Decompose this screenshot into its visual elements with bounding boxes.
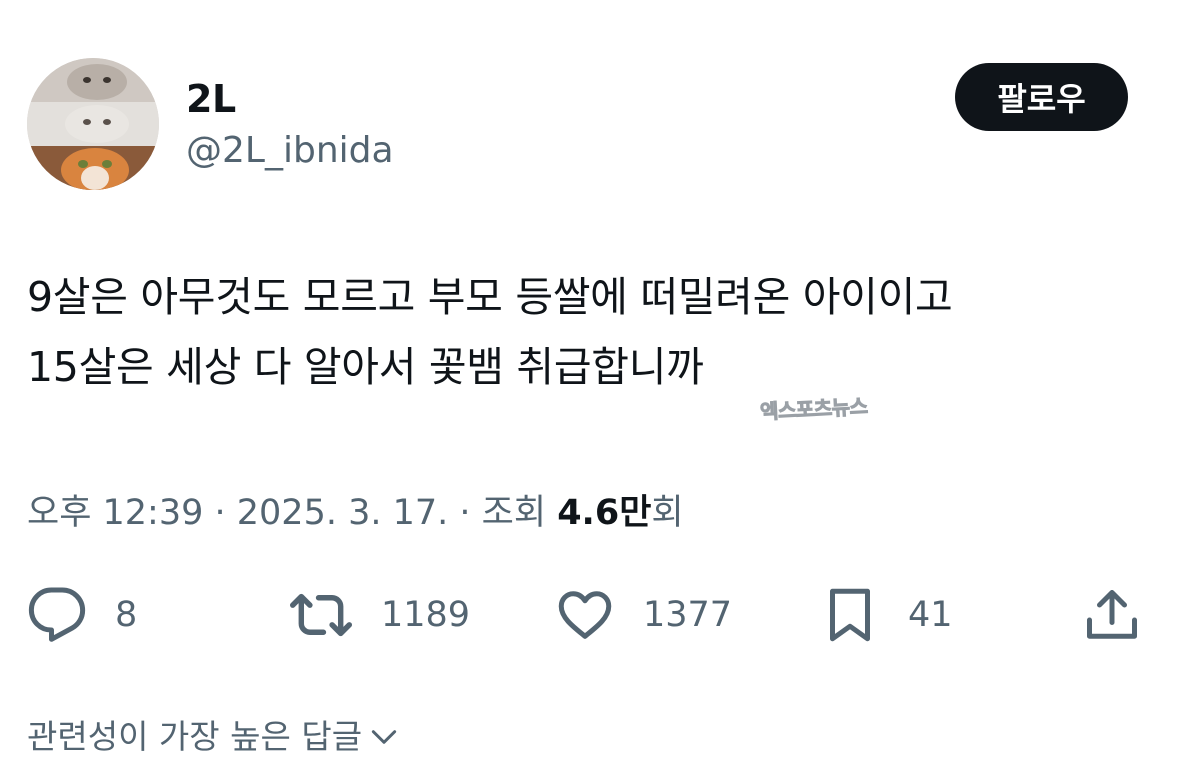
tweet-text-line: 9살은 아무것도 모르고 부모 등쌀에 떠밀려온 아이이고 <box>27 273 953 321</box>
reply-count: 8 <box>115 595 138 635</box>
watermark: 엑스포츠뉴스 <box>759 394 869 425</box>
views-suffix: 회 <box>651 493 684 533</box>
reply-button[interactable]: 8 <box>27 585 137 645</box>
cat-photo-avatar-icon <box>27 58 159 190</box>
bookmark-icon <box>830 588 870 642</box>
replies-sort-label: 관련성이 가장 높은 답글 <box>27 717 363 756</box>
reply-icon <box>28 587 86 642</box>
like-icon <box>558 591 612 639</box>
share-button[interactable] <box>1082 585 1142 645</box>
avatar[interactable] <box>27 58 159 190</box>
replies-sort-dropdown[interactable]: 관련성이 가장 높은 답글 <box>27 715 400 759</box>
bookmark-button[interactable]: 41 <box>820 585 953 645</box>
display-name[interactable]: 2L <box>186 76 236 122</box>
share-icon <box>1087 590 1137 639</box>
like-count: 1377 <box>643 595 733 635</box>
retweet-icon <box>289 593 353 637</box>
views-count: 4.6만 <box>557 493 652 533</box>
chevron-down-icon <box>371 730 397 744</box>
action-bar: 8 1189 1377 41 <box>0 585 1179 645</box>
timestamp[interactable]: 오후 12:39 · 2025. 3. 17. · 조회 <box>27 493 557 533</box>
retweet-button[interactable]: 1189 <box>289 585 470 645</box>
retweet-count: 1189 <box>381 595 471 635</box>
tweet-text-line: 15살은 세상 다 알아서 꽃뱀 취급합니까 <box>27 343 704 391</box>
tweet-text: 9살은 아무것도 모르고 부모 등쌀에 떠밀려온 아이이고 15살은 세상 다 … <box>27 262 1157 402</box>
tweet-meta: 오후 12:39 · 2025. 3. 17. · 조회 4.6만회 <box>27 490 684 536</box>
user-handle[interactable]: @2L_ibnida <box>186 128 394 174</box>
like-button[interactable]: 1377 <box>555 585 732 645</box>
bookmark-count: 41 <box>908 595 953 635</box>
follow-button[interactable]: 팔로우 <box>955 63 1128 131</box>
